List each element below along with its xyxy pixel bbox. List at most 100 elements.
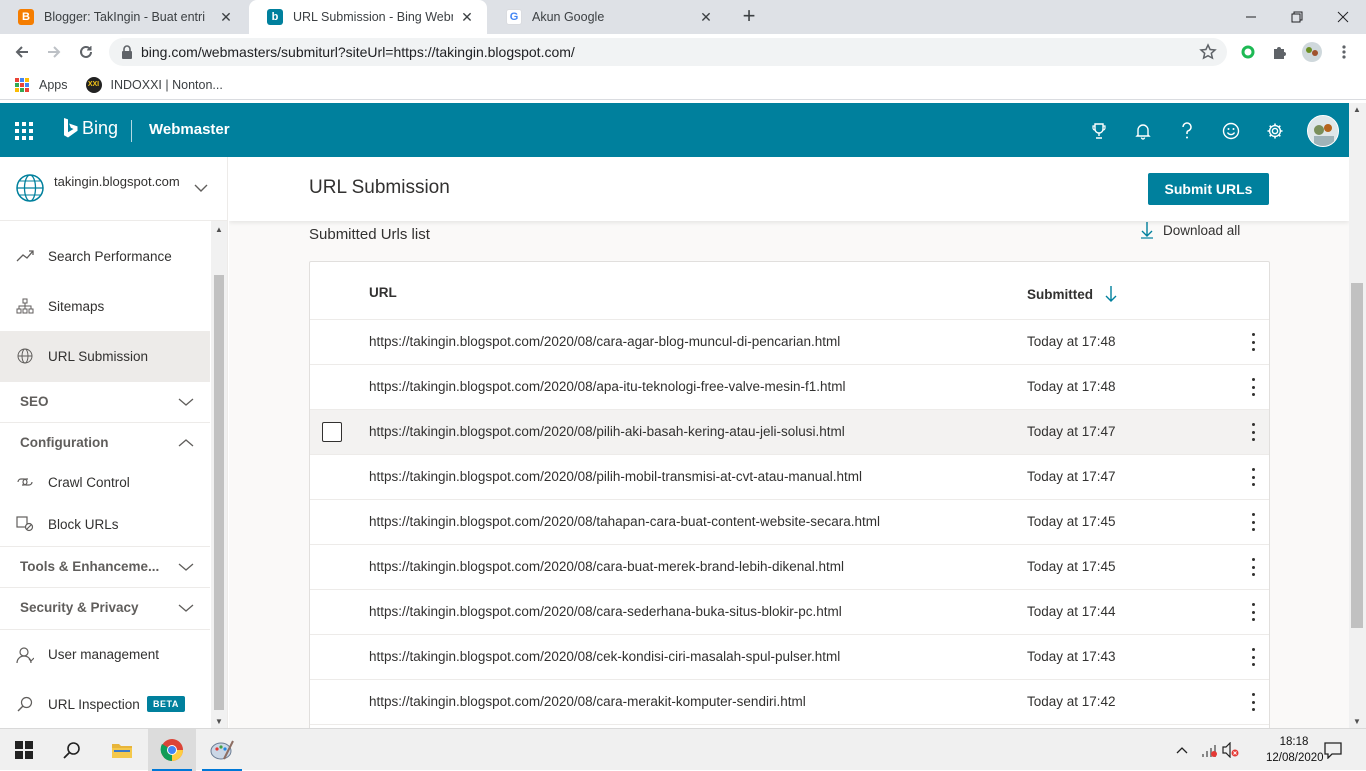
- back-button[interactable]: [10, 40, 34, 64]
- site-picker[interactable]: takingin.blogspot.com: [0, 157, 227, 221]
- more-options-icon[interactable]: [1248, 693, 1258, 711]
- table-row[interactable]: https://takingin.blogspot.com/2020/08/ce…: [310, 635, 1269, 680]
- reload-icon: [80, 45, 92, 58]
- show-hidden-icons-button[interactable]: [1172, 729, 1192, 771]
- more-options-icon[interactable]: [1248, 333, 1258, 351]
- scroll-up-icon[interactable]: ▲: [215, 225, 223, 234]
- extensions-puzzle-icon[interactable]: [1269, 41, 1291, 63]
- table-row[interactable]: https://takingin.blogspot.com/2020/08/ca…: [310, 680, 1269, 725]
- sidebar-item-crawl-control[interactable]: Crawl Control: [0, 458, 210, 506]
- close-icon: [1337, 11, 1349, 23]
- sidebar-item-user-management[interactable]: User management: [0, 629, 210, 679]
- address-bar[interactable]: bing.com/webmasters/submiturl?siteUrl=ht…: [109, 38, 1227, 66]
- more-options-icon[interactable]: [1248, 558, 1258, 576]
- table-row[interactable]: https://takingin.blogspot.com/2020/08/pi…: [310, 455, 1269, 500]
- table-row[interactable]: https://takingin.blogspot.com/2020/08/ap…: [310, 365, 1269, 410]
- app-launcher-icon[interactable]: [15, 122, 33, 140]
- sidebar-section-security[interactable]: Security & Privacy: [0, 587, 210, 627]
- trophy-icon[interactable]: [1088, 120, 1110, 142]
- section-label: SEO: [20, 394, 49, 409]
- bookmark-star-icon[interactable]: [1199, 43, 1217, 61]
- chevron-up-icon: [178, 438, 194, 446]
- restore-button[interactable]: [1274, 0, 1320, 34]
- sidebar-scroll-thumb[interactable]: [214, 275, 224, 710]
- table-row[interactable]: https://takingin.blogspot.com/2020/08/ca…: [310, 590, 1269, 635]
- table-row[interactable]: https://takingin.blogspot.com/2020/08/ca…: [310, 545, 1269, 590]
- chrome-taskbar-button[interactable]: [148, 729, 196, 771]
- close-tab-icon[interactable]: ✕: [698, 9, 714, 26]
- bell-icon[interactable]: [1132, 120, 1154, 142]
- sidebar-item-url-submission[interactable]: URL Submission: [0, 331, 210, 381]
- tab-google-account[interactable]: G Akun Google ✕: [488, 0, 726, 34]
- more-options-icon[interactable]: [1248, 423, 1258, 441]
- table-row[interactable]: https://takingin.blogspot.com/2020/08/ca…: [310, 320, 1269, 365]
- sidebar-item-url-inspection[interactable]: URL Inspection BETA: [0, 679, 210, 729]
- reload-button[interactable]: [74, 40, 98, 64]
- more-options-icon[interactable]: [1248, 378, 1258, 396]
- url-text[interactable]: bing.com/webmasters/submiturl?siteUrl=ht…: [141, 44, 575, 60]
- more-options-icon[interactable]: [1248, 603, 1258, 621]
- close-window-button[interactable]: [1320, 0, 1366, 34]
- profile-avatar-icon[interactable]: [1301, 41, 1323, 63]
- table-row[interactable]: https://takingin.blogspot.com/2020/08/pi…: [310, 410, 1269, 455]
- page-scroll-thumb[interactable]: [1351, 283, 1363, 628]
- sidebar-section-tools[interactable]: Tools & Enhanceme...: [0, 546, 210, 586]
- taskbar-clock[interactable]: 18:18 12/08/2020: [1266, 734, 1324, 766]
- chevron-up-icon: [1176, 747, 1188, 754]
- download-all-label: Download all: [1163, 222, 1241, 238]
- paint-taskbar-button[interactable]: [198, 729, 246, 771]
- sidebar-item-search-performance[interactable]: Search Performance: [0, 231, 210, 281]
- gear-icon[interactable]: [1264, 120, 1286, 142]
- table-row[interactable]: https://takingin.blogspot.com/2020/08/ta…: [310, 500, 1269, 545]
- row-checkbox[interactable]: [322, 422, 342, 442]
- more-options-icon[interactable]: [1248, 468, 1258, 486]
- volume-muted-icon[interactable]: [1220, 729, 1242, 771]
- sidebar-section-configuration[interactable]: Configuration: [0, 422, 210, 462]
- sidebar-item-label: URL Submission: [48, 348, 149, 364]
- column-header-url[interactable]: URL: [369, 285, 397, 300]
- clock-date: 12/08/2020: [1266, 752, 1324, 764]
- help-icon[interactable]: [1176, 120, 1198, 142]
- submit-urls-button[interactable]: Submit URLs: [1148, 173, 1269, 205]
- chevron-down-icon: [178, 604, 194, 612]
- notification-center-button[interactable]: [1322, 729, 1344, 771]
- product-name[interactable]: Webmaster: [149, 121, 230, 138]
- extension-green-icon[interactable]: [1237, 41, 1259, 63]
- sidebar-item-sitemaps[interactable]: Sitemaps: [0, 281, 210, 331]
- tab-bing-webmaster[interactable]: b URL Submission - Bing Webmaster ✕: [249, 0, 487, 34]
- globe-icon: [16, 347, 34, 365]
- download-all-button[interactable]: Download all: [1141, 221, 1240, 239]
- chrome-menu-icon[interactable]: [1333, 41, 1355, 63]
- network-icon[interactable]: [1198, 729, 1220, 771]
- avatar[interactable]: [1307, 115, 1339, 147]
- close-tab-icon[interactable]: ✕: [218, 9, 234, 26]
- smiley-icon[interactable]: [1220, 120, 1242, 142]
- search-button[interactable]: [48, 729, 96, 771]
- start-button[interactable]: [0, 729, 48, 771]
- sitemap-icon: [16, 297, 34, 315]
- file-explorer-button[interactable]: [98, 729, 146, 771]
- sidebar-item-label: Crawl Control: [48, 474, 130, 490]
- page-scrollbar[interactable]: ▲ ▼: [1349, 103, 1366, 728]
- column-header-label: Submitted: [1027, 286, 1093, 302]
- bookmark-indoxxi[interactable]: XXI INDOXXI | Nonton...: [85, 76, 223, 93]
- tab-blogger[interactable]: B Blogger: TakIngin - Buat entri ✕: [0, 0, 246, 34]
- bookmark-apps[interactable]: Apps: [15, 77, 68, 92]
- sidebar-section-seo[interactable]: SEO: [0, 381, 210, 421]
- close-tab-icon[interactable]: ✕: [459, 9, 475, 26]
- apps-grid-icon: [15, 77, 29, 92]
- scroll-down-icon[interactable]: ▼: [1353, 717, 1361, 726]
- scroll-down-icon[interactable]: ▼: [215, 717, 223, 726]
- more-options-icon[interactable]: [1248, 648, 1258, 666]
- bing-logo[interactable]: Bing: [62, 117, 118, 139]
- new-tab-button[interactable]: +: [737, 4, 761, 28]
- bing-icon: b: [267, 9, 283, 25]
- sidebar-item-block-urls[interactable]: Block URLs: [0, 500, 210, 548]
- forward-button[interactable]: [42, 40, 66, 64]
- column-header-submitted[interactable]: Submitted: [1027, 285, 1117, 303]
- scroll-up-icon[interactable]: ▲: [1353, 105, 1361, 114]
- back-arrow-icon: [15, 46, 28, 58]
- sidebar-scrollbar[interactable]: ▲ ▼: [211, 221, 227, 728]
- more-options-icon[interactable]: [1248, 513, 1258, 531]
- minimize-button[interactable]: [1228, 0, 1274, 34]
